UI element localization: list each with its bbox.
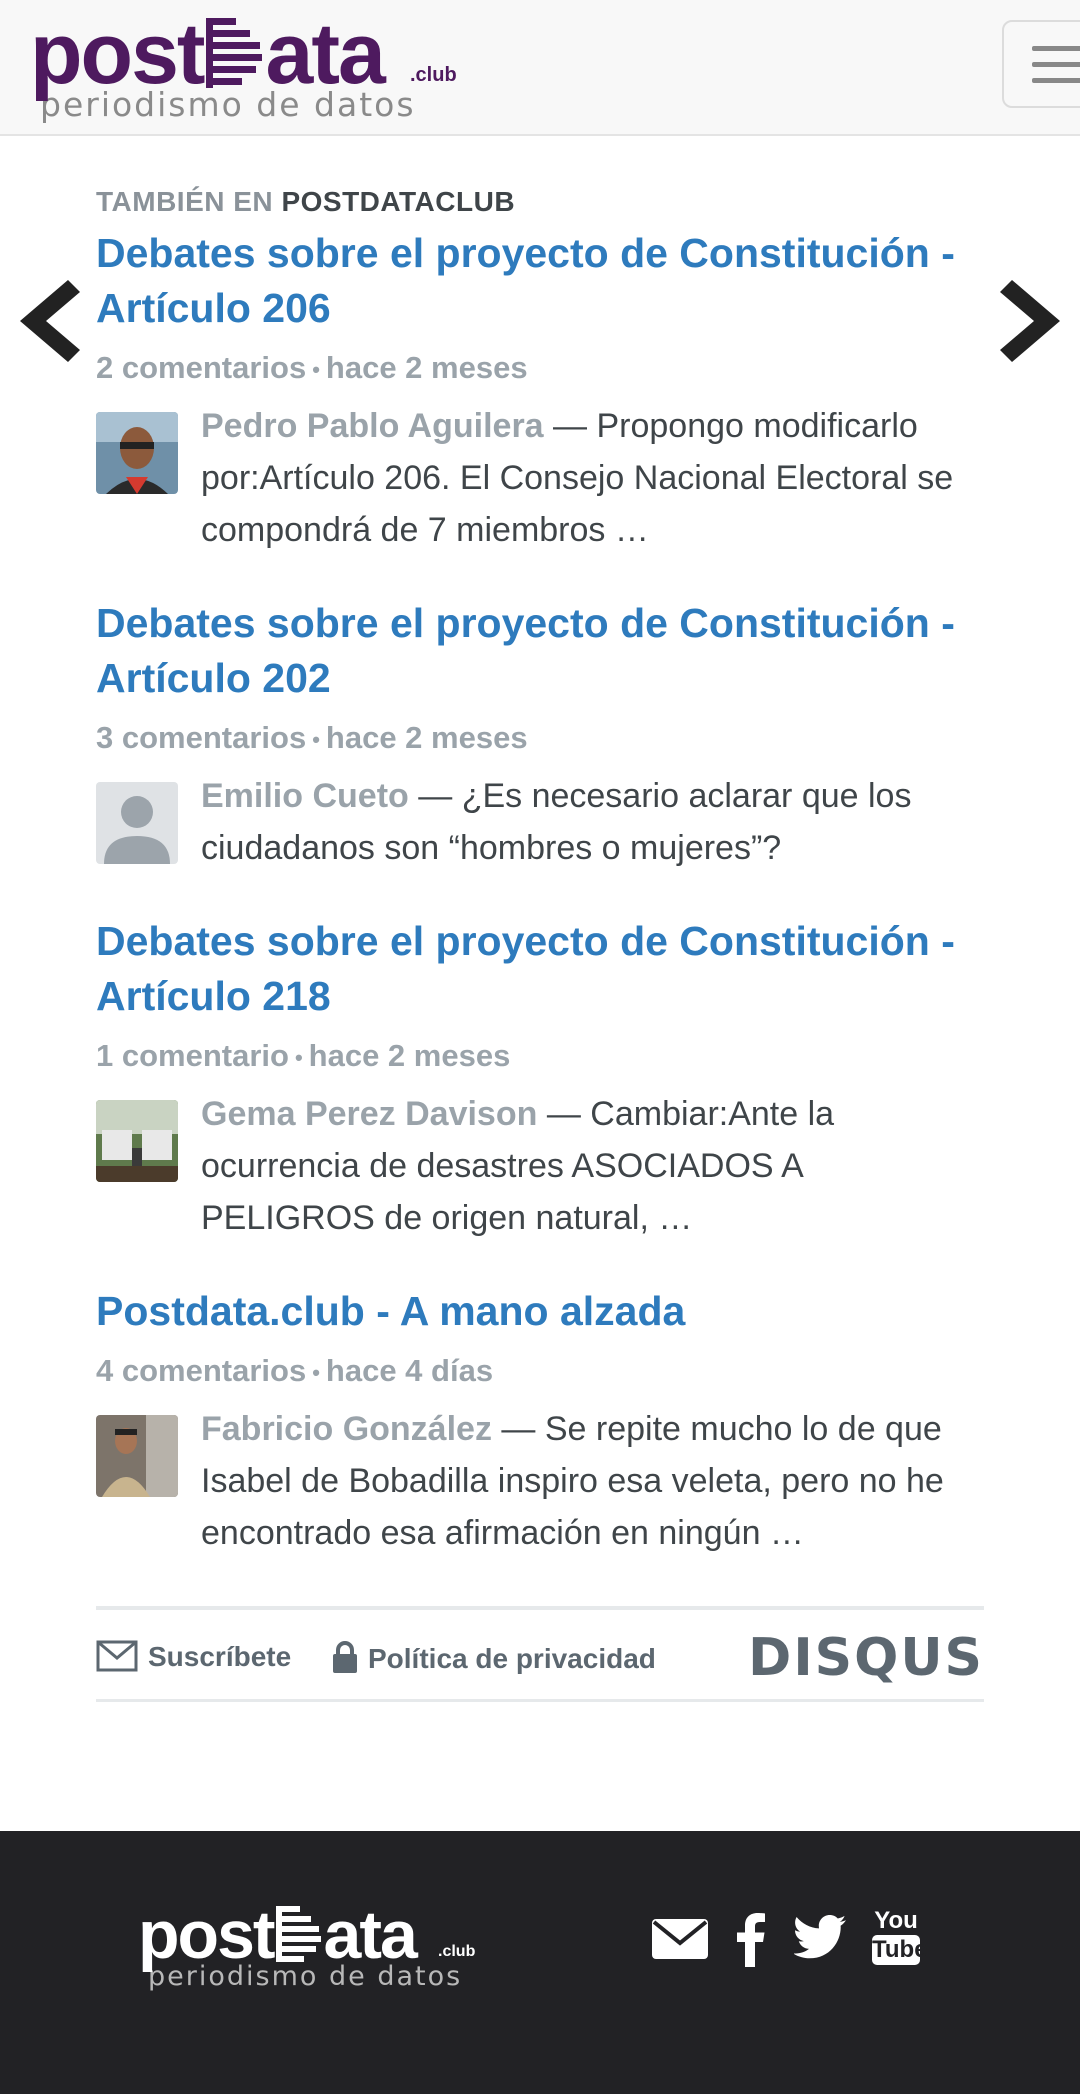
article-title-link[interactable]: Debates sobre el proyecto de Constitució…	[96, 596, 984, 706]
logo-text-right: ata	[265, 6, 386, 102]
subscribe-link[interactable]: Suscríbete	[96, 1640, 291, 1673]
footer-logo[interactable]: post ata .club periodismo de datos	[138, 1897, 475, 1991]
disqus-recommendations: TAMBIÉN EN POSTDATACLUB Debates sobre el…	[96, 186, 984, 1559]
article-meta: 1 comentario • hace 2 meses	[96, 1038, 511, 1073]
subscribe-label: Suscríbete	[148, 1641, 292, 1672]
article-title-link[interactable]: Debates sobre el proyecto de Constitució…	[96, 226, 984, 336]
comment-count: 4 comentarios	[96, 1353, 307, 1388]
logo-suffix: .club	[438, 1943, 476, 1960]
email-icon[interactable]	[652, 1917, 708, 1961]
article-meta: 4 comentarios • hace 4 días	[96, 1353, 494, 1388]
comment-preview[interactable]: Pedro Pablo Aguilera — Propongo modifica…	[96, 400, 984, 556]
site-footer: post ata .club periodismo de datos You T…	[0, 1831, 1080, 2094]
comment-count: 1 comentario	[96, 1038, 289, 1073]
hamburger-menu-icon	[1032, 46, 1080, 51]
article-meta: 3 comentarios • hace 2 meses	[96, 720, 528, 755]
heading-prefix: TAMBIÉN EN	[96, 186, 274, 217]
comment-preview[interactable]: Gema Perez Davison — Cambiar:Ante la ocu…	[96, 1088, 984, 1244]
logo-d-mark	[205, 18, 264, 88]
logo-text-left: post	[138, 1897, 276, 1973]
heading-site[interactable]: POSTDATACLUB	[281, 186, 515, 217]
logo-d-mark	[275, 1906, 322, 1962]
privacy-label: Política de privacidad	[368, 1643, 656, 1674]
site-header: post ata .club periodismo de datos	[0, 0, 1080, 136]
youtube-icon[interactable]: You Tube	[872, 1907, 928, 1965]
article-time: hace 2 meses	[308, 1038, 511, 1073]
recommended-article: Postdata.club - A mano alzada 4 comentar…	[96, 1284, 984, 1559]
disqus-logo[interactable]: DISQUS	[748, 1628, 984, 1688]
disqus-footer: Suscríbete Política de privacidad DISQUS	[96, 1606, 984, 1702]
chevron-left-icon[interactable]	[16, 276, 80, 366]
avatar[interactable]	[96, 782, 178, 864]
envelope-icon	[96, 1640, 138, 1672]
logo-text-left: post	[30, 6, 206, 102]
comment-preview[interactable]: Emilio Cueto — ¿Es necesario aclarar que…	[96, 770, 984, 874]
comment-author[interactable]: Emilio Cueto	[201, 777, 409, 815]
logo-suffix: .club	[410, 64, 457, 86]
recommendations-heading: TAMBIÉN EN POSTDATACLUB	[96, 186, 984, 226]
twitter-icon[interactable]	[794, 1915, 846, 1959]
facebook-icon[interactable]	[736, 1911, 766, 1967]
article-meta: 2 comentarios • hace 2 meses	[96, 350, 528, 385]
recommended-article: Debates sobre el proyecto de Constitució…	[96, 914, 984, 1244]
avatar[interactable]	[96, 1100, 178, 1182]
youtube-bottom-label: Tube	[872, 1935, 928, 1965]
comment-author[interactable]: Fabricio González	[201, 1410, 492, 1448]
avatar[interactable]	[96, 1415, 178, 1497]
article-time: hace 4 días	[325, 1353, 494, 1388]
site-logo[interactable]: post ata .club periodismo de datos	[30, 6, 457, 122]
avatar[interactable]	[96, 412, 178, 494]
youtube-top-label: You	[874, 1907, 918, 1934]
recommended-article: Debates sobre el proyecto de Constitució…	[96, 596, 984, 874]
article-title-link[interactable]: Postdata.club - A mano alzada	[96, 1284, 984, 1339]
hamburger-menu-button[interactable]	[1002, 20, 1080, 108]
article-time: hace 2 meses	[325, 720, 528, 755]
article-time: hace 2 meses	[325, 350, 528, 385]
privacy-link[interactable]: Política de privacidad	[332, 1640, 656, 1675]
comment-preview[interactable]: Fabricio González — Se repite mucho lo d…	[96, 1403, 984, 1559]
comment-author[interactable]: Gema Perez Davison	[201, 1095, 537, 1133]
comment-author[interactable]: Pedro Pablo Aguilera	[201, 407, 544, 445]
comment-count: 2 comentarios	[96, 350, 307, 385]
logo-text-right: ata	[323, 1897, 418, 1973]
lock-icon	[333, 1641, 357, 1673]
comment-count: 3 comentarios	[96, 720, 307, 755]
recommended-article: Debates sobre el proyecto de Constitució…	[96, 226, 984, 556]
chevron-right-icon[interactable]	[1000, 276, 1064, 366]
article-title-link[interactable]: Debates sobre el proyecto de Constitució…	[96, 914, 984, 1024]
